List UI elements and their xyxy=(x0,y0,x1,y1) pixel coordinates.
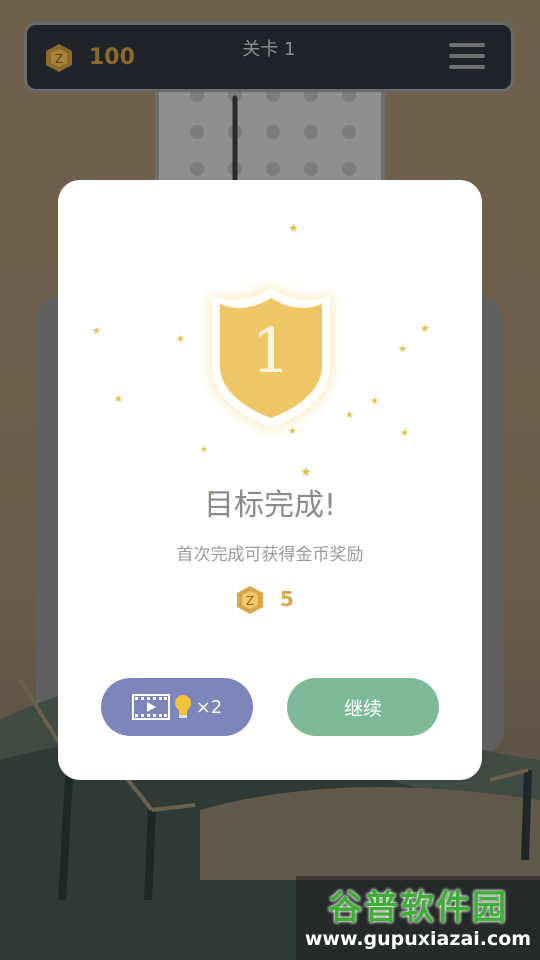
star-icon: ★ xyxy=(114,394,123,405)
lightbulb-icon xyxy=(174,695,191,718)
level-title: 关卡 1 xyxy=(242,39,296,60)
top-bar: Z 100 关卡 1 xyxy=(24,22,514,92)
hint-multiplier: ×2 xyxy=(195,696,223,718)
level-complete-dialog: ★ ★ ★ ★ ★ ★ ★ ★ ★ ★ ★ ★ ★ 1 目标完成! 首次完成可获… xyxy=(58,180,482,780)
star-icon: ★ xyxy=(345,410,354,421)
dialog-title: 目标完成! xyxy=(203,488,337,523)
watermark: 谷普软件园 www.gupuxiazai.com xyxy=(296,876,540,960)
badge-number: 1 xyxy=(251,314,291,387)
level-badge: 1 xyxy=(202,280,340,436)
dialog-subtitle: 首次完成可获得金币奖励 xyxy=(176,545,364,565)
star-icon: ★ xyxy=(288,221,299,235)
reward: Z 5 xyxy=(236,585,316,617)
star-icon: ★ xyxy=(370,396,379,407)
star-icon: ★ xyxy=(176,334,185,345)
star-icon: ★ xyxy=(398,344,407,355)
continue-button[interactable]: 继续 xyxy=(287,678,439,736)
star-icon: ★ xyxy=(420,322,430,335)
star-icon: ★ xyxy=(200,445,208,455)
menu-icon xyxy=(449,43,485,47)
svg-text:Z: Z xyxy=(246,594,254,608)
star-icon: ★ xyxy=(400,428,409,439)
reward-amount: 5 xyxy=(280,587,294,611)
watermark-url: www.gupuxiazai.com xyxy=(304,928,532,950)
watch-video-button[interactable]: ×2 xyxy=(101,678,253,736)
watermark-title: 谷普软件园 xyxy=(328,888,508,928)
menu-button[interactable] xyxy=(449,43,485,73)
video-icon xyxy=(131,694,170,720)
star-icon: ★ xyxy=(300,465,312,480)
coin-icon: Z xyxy=(237,586,263,614)
star-icon: ★ xyxy=(92,326,101,337)
